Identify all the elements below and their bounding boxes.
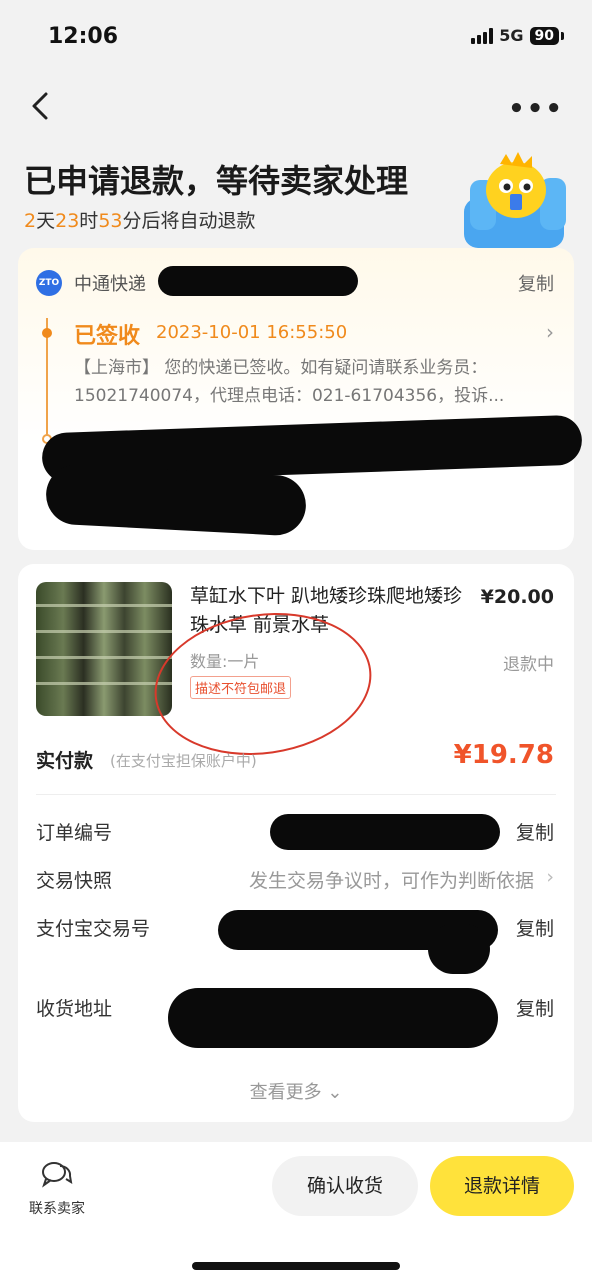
countdown-hours: 23 bbox=[55, 210, 80, 232]
chevron-right-icon: › bbox=[546, 866, 554, 888]
hours-unit: 时 bbox=[79, 210, 99, 232]
copy-order-number-button[interactable]: 复制 bbox=[516, 818, 554, 845]
redaction-scribble bbox=[428, 924, 490, 974]
delivery-detail: 【上海市】 您的快递已签收。如有疑问请联系业务员：15021740074，代理点… bbox=[74, 358, 505, 406]
refund-status: 退款中 bbox=[503, 655, 554, 675]
copy-alipay-trade-button[interactable]: 复制 bbox=[516, 914, 554, 941]
logistics-card[interactable]: ZTO 中通快递 复制 已签收 2023-10-01 16:55:50 › 【上… bbox=[18, 248, 583, 550]
countdown-suffix: 分后将自动退款 bbox=[122, 210, 256, 232]
contact-seller-label: 联系卖家 bbox=[29, 1201, 85, 1217]
signal-icon bbox=[471, 27, 494, 44]
countdown-days: 2 bbox=[24, 210, 37, 232]
divider bbox=[36, 794, 556, 795]
network-type: 5G bbox=[499, 26, 524, 45]
countdown-minutes: 53 bbox=[98, 210, 123, 232]
zto-logo-icon: ZTO bbox=[36, 270, 62, 296]
nav-bar: ••• bbox=[0, 80, 592, 132]
snapshot-hint: 发生交易争议时，可作为判断依据 bbox=[248, 870, 534, 892]
back-arrow-icon[interactable] bbox=[24, 88, 60, 124]
redaction-scribble bbox=[44, 463, 308, 537]
chevron-down-icon: ⌄ bbox=[327, 1082, 343, 1103]
redaction-scribble bbox=[158, 266, 358, 296]
alipay-trade-label: 支付宝交易号 bbox=[36, 918, 151, 940]
snapshot-row[interactable]: 交易快照 发生交易争议时，可作为判断依据 › bbox=[36, 866, 554, 896]
copy-tracking-button[interactable]: 复制 bbox=[518, 270, 554, 296]
redaction-scribble bbox=[270, 814, 500, 850]
paid-note: (在支付宝担保账户中) bbox=[110, 752, 257, 770]
battery-tip bbox=[561, 31, 564, 40]
more-options-icon[interactable]: ••• bbox=[508, 94, 564, 124]
product-price: ¥20.00 bbox=[480, 586, 554, 608]
carrier-name: 中通快递 bbox=[74, 274, 146, 295]
order-number-label: 订单编号 bbox=[36, 822, 113, 844]
redaction-scribble bbox=[168, 988, 498, 1048]
chat-bubble-icon bbox=[42, 1162, 73, 1188]
order-card: 草缸水下叶 趴地矮珍珠爬地矮珍珠水草 前景水草 ¥20.00 数量:一片 退款中… bbox=[18, 564, 574, 1122]
address-label: 收货地址 bbox=[36, 998, 113, 1020]
snapshot-label: 交易快照 bbox=[36, 870, 113, 892]
paid-amount: ¥19.78 bbox=[453, 740, 554, 770]
mascot-illustration bbox=[464, 152, 566, 248]
copy-address-button[interactable]: 复制 bbox=[516, 994, 554, 1021]
chevron-right-icon[interactable]: › bbox=[546, 320, 554, 344]
timeline-dot-active bbox=[42, 328, 52, 338]
status-indicators: 5G 90 bbox=[471, 26, 564, 45]
days-unit: 天 bbox=[36, 210, 56, 232]
see-more-button[interactable]: 查看更多 ⌄ bbox=[18, 1078, 574, 1104]
battery-icon: 90 bbox=[529, 26, 559, 45]
paid-label: 实付款 bbox=[36, 750, 94, 772]
page-title: 已申请退款，等待卖家处理 bbox=[24, 162, 409, 200]
contact-seller-button[interactable]: 联系卖家 bbox=[24, 1160, 90, 1218]
see-more-label: 查看更多 bbox=[249, 1082, 322, 1103]
confirm-receipt-button[interactable]: 确认收货 bbox=[272, 1156, 418, 1216]
bottom-action-bar: 联系卖家 确认收货 退款详情 bbox=[0, 1142, 592, 1280]
home-indicator bbox=[192, 1262, 400, 1270]
product-image[interactable] bbox=[36, 582, 172, 716]
status-time: 12:06 bbox=[48, 24, 119, 49]
delivery-time: 2023-10-01 16:55:50 bbox=[156, 322, 348, 343]
refund-countdown: 2天23时53分后将自动退款 bbox=[24, 206, 256, 233]
refund-details-button[interactable]: 退款详情 bbox=[430, 1156, 574, 1216]
delivery-status: 已签收 bbox=[74, 324, 141, 349]
status-bar: 12:06 5G 90 bbox=[0, 0, 592, 74]
